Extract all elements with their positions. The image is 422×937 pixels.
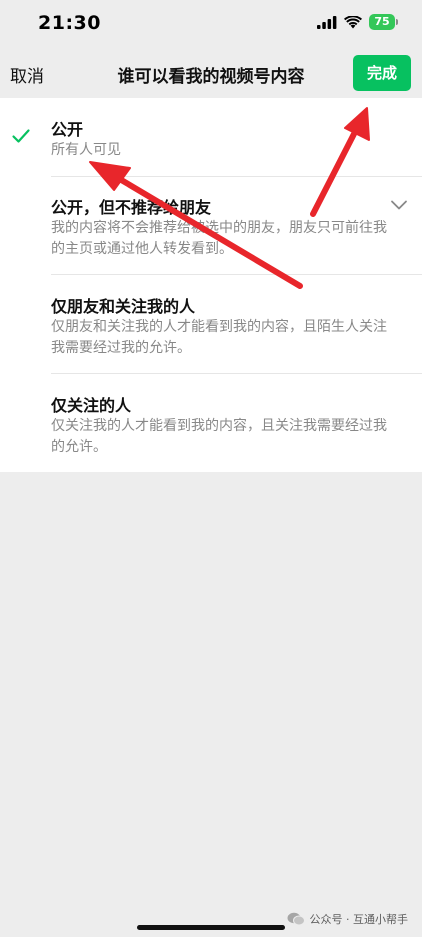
status-time: 21:30 — [38, 12, 101, 34]
status-bar: 21:30 75 — [0, 0, 422, 48]
option-description: 仅朋友和关注我的人才能看到我的内容，且陌生人关注我需要经过我的允许。 — [51, 319, 387, 356]
option-title: 公开，但不推荐给朋友 — [51, 198, 212, 217]
nav-bar: 取消 谁可以看我的视频号内容 完成 — [0, 48, 422, 98]
option-public[interactable]: 公开 所有人可见 — [0, 98, 422, 176]
check-icon — [12, 129, 30, 143]
home-indicator[interactable] — [137, 925, 285, 930]
status-icons: 75 — [317, 14, 398, 30]
signal-icon — [317, 15, 337, 29]
option-description: 所有人可见 — [51, 142, 121, 158]
option-public-no-recommend[interactable]: 公开，但不推荐给朋友 我的内容将不会推荐给被选中的朋友，朋友只可前往我的主页或通… — [0, 177, 422, 274]
visibility-options-list: 公开 所有人可见 公开，但不推荐给朋友 我的内容将不会推荐给被选中的朋友，朋友只… — [0, 98, 422, 472]
watermark: 公众号 · 互通小帮手 — [287, 911, 409, 927]
option-description: 仅关注我的人才能看到我的内容，且关注我需要经过我的允许。 — [51, 418, 387, 455]
cancel-button[interactable]: 取消 — [10, 62, 44, 87]
watermark-text: 公众号 · 互通小帮手 — [309, 913, 409, 926]
option-title: 仅关注的人 — [51, 396, 132, 415]
wechat-logo-icon — [287, 912, 305, 926]
option-description: 我的内容将不会推荐给被选中的朋友，朋友只可前往我的主页或通过他人转发看到。 — [51, 220, 387, 257]
option-title: 公开 — [51, 120, 84, 139]
option-friends-and-followers[interactable]: 仅朋友和关注我的人 仅朋友和关注我的人才能看到我的内容，且陌生人关注我需要经过我… — [0, 275, 422, 373]
chevron-down-icon[interactable] — [390, 199, 408, 211]
option-followers-only[interactable]: 仅关注的人 仅关注我的人才能看到我的内容，且关注我需要经过我的允许。 — [0, 374, 422, 472]
battery-cap — [396, 19, 398, 25]
option-title: 仅朋友和关注我的人 — [51, 297, 196, 316]
battery-level: 75 — [369, 14, 395, 30]
done-button[interactable]: 完成 — [353, 55, 411, 91]
wifi-icon — [344, 15, 362, 28]
battery-icon: 75 — [369, 14, 398, 30]
